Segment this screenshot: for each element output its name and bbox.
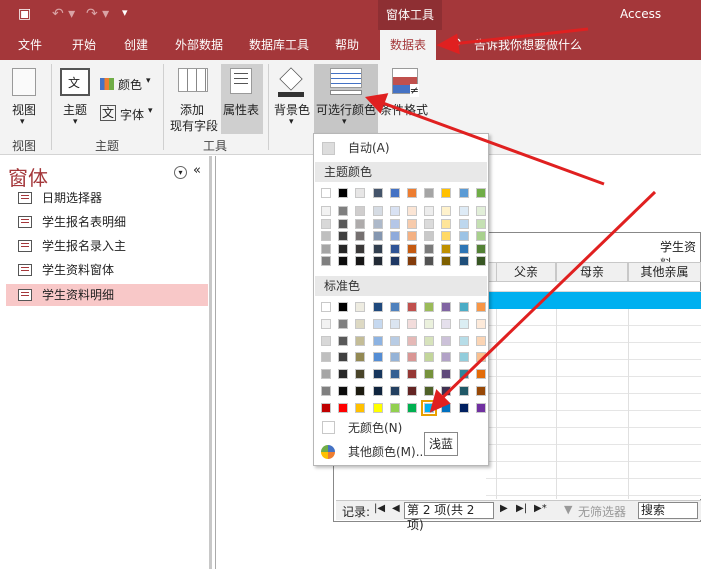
arrow-head [436,33,460,55]
arrow-to-alt-row-button [379,100,605,186]
arrow-to-light-blue-swatch [438,190,657,402]
annotation-arrows [365,27,657,413]
arrow-head [365,93,389,114]
arrow-to-datasheet-tab [451,27,589,46]
